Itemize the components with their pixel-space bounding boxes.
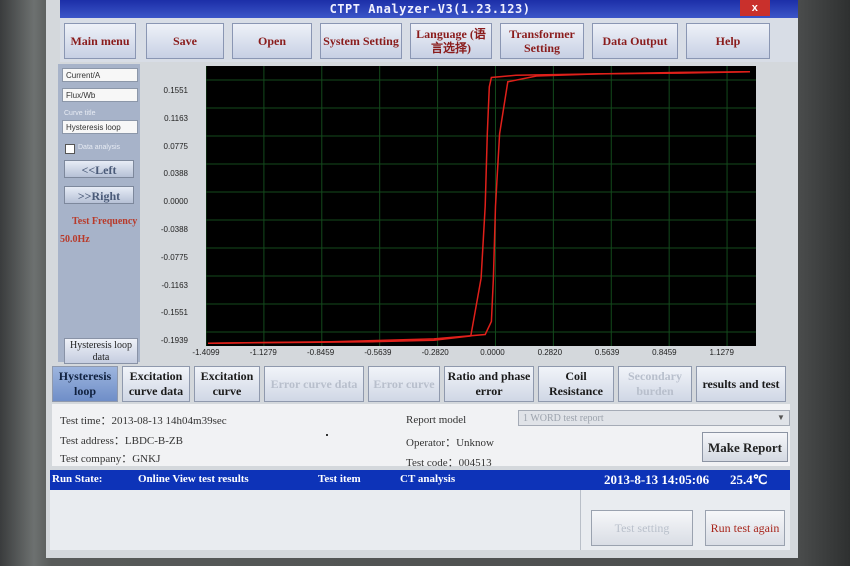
title-bar: CTPT Analyzer-V3(1.23.123) x bbox=[60, 0, 798, 18]
y-tick-label: -0.1939 bbox=[160, 336, 188, 346]
status-temperature: 25.4℃ bbox=[730, 472, 768, 487]
data-output-button[interactable]: Data Output bbox=[592, 23, 678, 59]
y-tick-label: -0.0388 bbox=[160, 225, 188, 234]
chevron-down-icon: ▼ bbox=[777, 413, 785, 422]
y-tick-label: 0.1163 bbox=[164, 113, 188, 123]
y-tick-label: 0.1551 bbox=[163, 86, 188, 95]
y-tick-label: -0.0775 bbox=[160, 252, 188, 262]
tab-bar: Hysteresis loop Excitation curve data Ex… bbox=[52, 366, 788, 402]
status-bar: Run State: Online View test results Test… bbox=[50, 470, 790, 490]
y-tick-label: 0.0775 bbox=[163, 141, 188, 151]
close-button[interactable]: x bbox=[740, 0, 770, 16]
report-model-select[interactable]: 1 WORD test report ▼ bbox=[518, 410, 790, 426]
y-tick-label: 0.0388 bbox=[163, 169, 188, 179]
x-tick-label: -0.8459 bbox=[307, 348, 335, 357]
menu-bar: Main menu Save Open System Setting Langu… bbox=[60, 18, 798, 62]
language-button[interactable]: Language (语言选择) bbox=[410, 23, 492, 59]
tab-ratio-phase-error[interactable]: Ratio and phase error bbox=[444, 366, 534, 402]
run-state-label: Run State: bbox=[52, 473, 103, 485]
x-tick-label: 1.1279 bbox=[709, 348, 734, 357]
y-tick-label: 0.0000 bbox=[163, 197, 188, 207]
sidebar: Current/A Flux/Wb Curve title Hysteresis… bbox=[58, 64, 140, 364]
y-tick-label: -0.1163 bbox=[161, 280, 188, 290]
make-report-button[interactable]: Make Report bbox=[702, 432, 788, 462]
tab-excitation-curve[interactable]: Excitation curve bbox=[194, 366, 260, 402]
test-address: Test address：LBDC-B-ZB bbox=[60, 435, 183, 447]
x-tick-label: -1.4099 bbox=[192, 348, 220, 357]
bottom-panel: Test setting Run test again bbox=[50, 490, 790, 550]
tab-error-curve-data[interactable]: Error curve data bbox=[264, 366, 364, 402]
test-company: Test company：GNKJ bbox=[60, 453, 161, 465]
tab-error-curve[interactable]: Error curve bbox=[368, 366, 440, 402]
x-axis-value: Flux/Wb bbox=[66, 91, 96, 100]
hysteresis-plot bbox=[206, 66, 756, 346]
test-code: Test code：004513 bbox=[406, 457, 492, 469]
transformer-setting-button[interactable]: Transformer Setting bbox=[500, 23, 584, 59]
report-model-label: Report model bbox=[406, 414, 467, 426]
run-test-again-button[interactable]: Run test again bbox=[705, 510, 785, 546]
run-state-value: Online View test results bbox=[138, 473, 249, 485]
x-tick-label: -0.2820 bbox=[421, 348, 449, 357]
operator: Operator：Unknow bbox=[406, 437, 494, 449]
cursor-dot bbox=[326, 434, 328, 436]
tab-excitation-curve-data[interactable]: Excitation curve data bbox=[122, 366, 190, 402]
save-button[interactable]: Save bbox=[146, 23, 224, 59]
action-panel: Test setting Run test again bbox=[580, 490, 791, 550]
test-time: Test time：2013-08-13 14h04m39sec bbox=[60, 415, 227, 427]
system-setting-button[interactable]: System Setting bbox=[320, 23, 402, 59]
test-item-label: Test item bbox=[318, 473, 361, 485]
test-frequency-label: Test Frequency bbox=[72, 216, 138, 227]
data-analysis-checkbox[interactable] bbox=[65, 144, 75, 154]
x-tick-label: 0.8459 bbox=[652, 348, 677, 357]
x-tick-label: 0.5639 bbox=[594, 348, 620, 357]
y-axis-field[interactable]: Current/A bbox=[62, 68, 138, 82]
tab-hysteresis-loop[interactable]: Hysteresis loop bbox=[52, 366, 118, 402]
curve-title-field[interactable]: Hysteresis loop bbox=[62, 120, 138, 134]
tab-coil-resistance[interactable]: Coil Resistance bbox=[538, 366, 614, 402]
app-window: CTPT Analyzer-V3(1.23.123) x Main menu S… bbox=[46, 0, 798, 558]
status-datetime: 2013-8-13 14:05:06 bbox=[604, 472, 710, 487]
right-button[interactable]: >>Right bbox=[64, 186, 134, 204]
left-button[interactable]: <<Left bbox=[64, 160, 134, 178]
x-tick-label: -0.5639 bbox=[364, 348, 392, 357]
help-button[interactable]: Help bbox=[686, 23, 770, 59]
data-analysis-label: Data analysis bbox=[78, 144, 121, 151]
y-axis-value: Current/A bbox=[66, 71, 101, 80]
curve-title-value: Hysteresis loop bbox=[66, 123, 121, 132]
test-info-panel: Test time：2013-08-13 14h04m39sec Test ad… bbox=[52, 404, 790, 469]
test-item-value: CT analysis bbox=[400, 473, 456, 485]
test-setting-button[interactable]: Test setting bbox=[591, 510, 693, 546]
x-tick-label: -1.1279 bbox=[249, 348, 277, 357]
y-tick-label: -0.1551 bbox=[160, 308, 188, 318]
x-axis-field[interactable]: Flux/Wb bbox=[62, 88, 138, 102]
x-tick-label: 0.0000 bbox=[480, 348, 505, 357]
hysteresis-loop-data-button[interactable]: Hysteresis loop data bbox=[64, 338, 138, 364]
chart-panel: 0.1551 0.1163 0.0775 0.0388 0.0000 -0.0388 -0.… bbox=[140, 62, 796, 362]
test-frequency-value: 50.0Hz bbox=[60, 234, 90, 245]
x-tick-label: 0.2820 bbox=[537, 348, 563, 357]
open-button[interactable]: Open bbox=[232, 23, 312, 59]
tab-secondary-burden[interactable]: Secondary burden bbox=[618, 366, 692, 402]
window-title: CTPT Analyzer-V3(1.23.123) bbox=[329, 2, 531, 16]
tab-results-and-test[interactable]: results and test bbox=[696, 366, 786, 402]
report-model-value: 1 WORD test report bbox=[523, 413, 604, 424]
main-menu-button[interactable]: Main menu bbox=[64, 23, 136, 59]
curve-title-label: Curve title bbox=[64, 110, 96, 117]
